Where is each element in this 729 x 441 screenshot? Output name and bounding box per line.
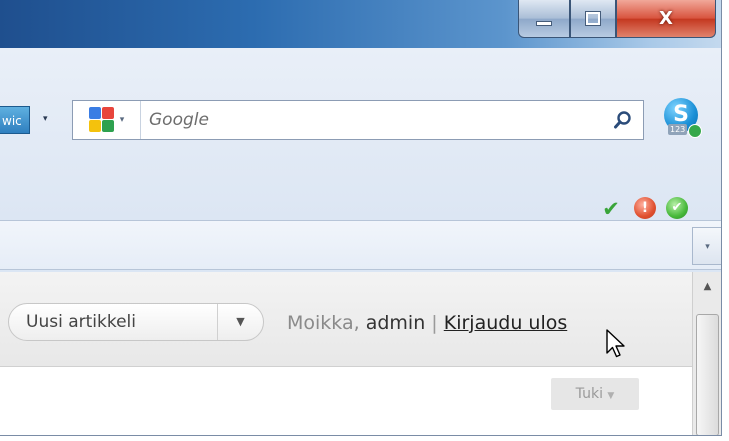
search-button[interactable] bbox=[603, 101, 643, 139]
new-article-button[interactable]: Uusi artikkeli ▼ bbox=[8, 303, 264, 341]
greeting-text: Moikka, bbox=[287, 312, 360, 334]
new-article-label: Uusi artikkeli bbox=[26, 312, 136, 332]
checkmark-icon[interactable]: ✔ bbox=[598, 197, 624, 221]
maximize-button[interactable] bbox=[570, 0, 616, 38]
scroll-up-icon[interactable]: ▲ bbox=[693, 272, 721, 302]
addon-button[interactable]: wic bbox=[0, 106, 30, 134]
command-bar: ▾ bbox=[0, 220, 721, 270]
logout-link[interactable]: Kirjaudu ulos bbox=[444, 312, 568, 334]
window-controls: X bbox=[518, 0, 716, 42]
skype-button[interactable]: S 123 bbox=[662, 96, 706, 142]
addon-label: wic bbox=[2, 114, 22, 128]
close-icon: X bbox=[659, 8, 673, 29]
minimize-icon bbox=[536, 21, 552, 26]
new-article-dropdown-icon[interactable]: ▼ bbox=[217, 304, 263, 340]
user-greeting: Moikka, admin | Kirjaudu ulos bbox=[287, 312, 567, 334]
browser-window: X wic ▾ ▾ S 123 bbox=[0, 0, 722, 436]
mouse-cursor-icon bbox=[606, 329, 625, 358]
phone-icon bbox=[688, 124, 702, 138]
navigation-toolbar: wic ▾ ▾ S 123 ✔ ! bbox=[0, 48, 721, 221]
title-bar: X bbox=[0, 0, 721, 48]
username: admin bbox=[365, 312, 426, 334]
chevron-down-icon: ▼ bbox=[607, 391, 615, 401]
addon-dropdown-icon[interactable]: ▾ bbox=[43, 114, 48, 124]
separator: | bbox=[431, 312, 438, 334]
close-button[interactable]: X bbox=[616, 0, 716, 38]
chevron-down-icon: ▾ bbox=[119, 115, 125, 125]
skype-badge: 123 bbox=[668, 124, 688, 135]
search-box: ▾ bbox=[72, 100, 644, 140]
google-logo-icon bbox=[88, 107, 115, 133]
search-input[interactable] bbox=[141, 102, 603, 138]
vertical-scrollbar[interactable]: ▲ bbox=[692, 272, 721, 435]
admin-bar: Uusi artikkeli ▼ Moikka, admin | Kirjaud… bbox=[0, 272, 692, 367]
search-engine-selector[interactable]: ▾ bbox=[73, 101, 141, 139]
ok-circle-icon[interactable]: ✔ bbox=[666, 197, 688, 219]
minimize-button[interactable] bbox=[518, 0, 570, 38]
command-bar-chevron-icon[interactable]: ▾ bbox=[692, 227, 721, 265]
status-icons: ✔ ! ✔ bbox=[598, 197, 688, 221]
maximize-icon bbox=[585, 11, 601, 26]
page-content: Uusi artikkeli ▼ Moikka, admin | Kirjaud… bbox=[0, 272, 692, 435]
search-icon bbox=[614, 111, 631, 129]
help-label: Tuki bbox=[575, 386, 603, 402]
help-tab[interactable]: Tuki ▼ bbox=[551, 378, 639, 410]
scroll-thumb[interactable] bbox=[696, 314, 719, 435]
error-icon[interactable]: ! bbox=[634, 197, 656, 219]
